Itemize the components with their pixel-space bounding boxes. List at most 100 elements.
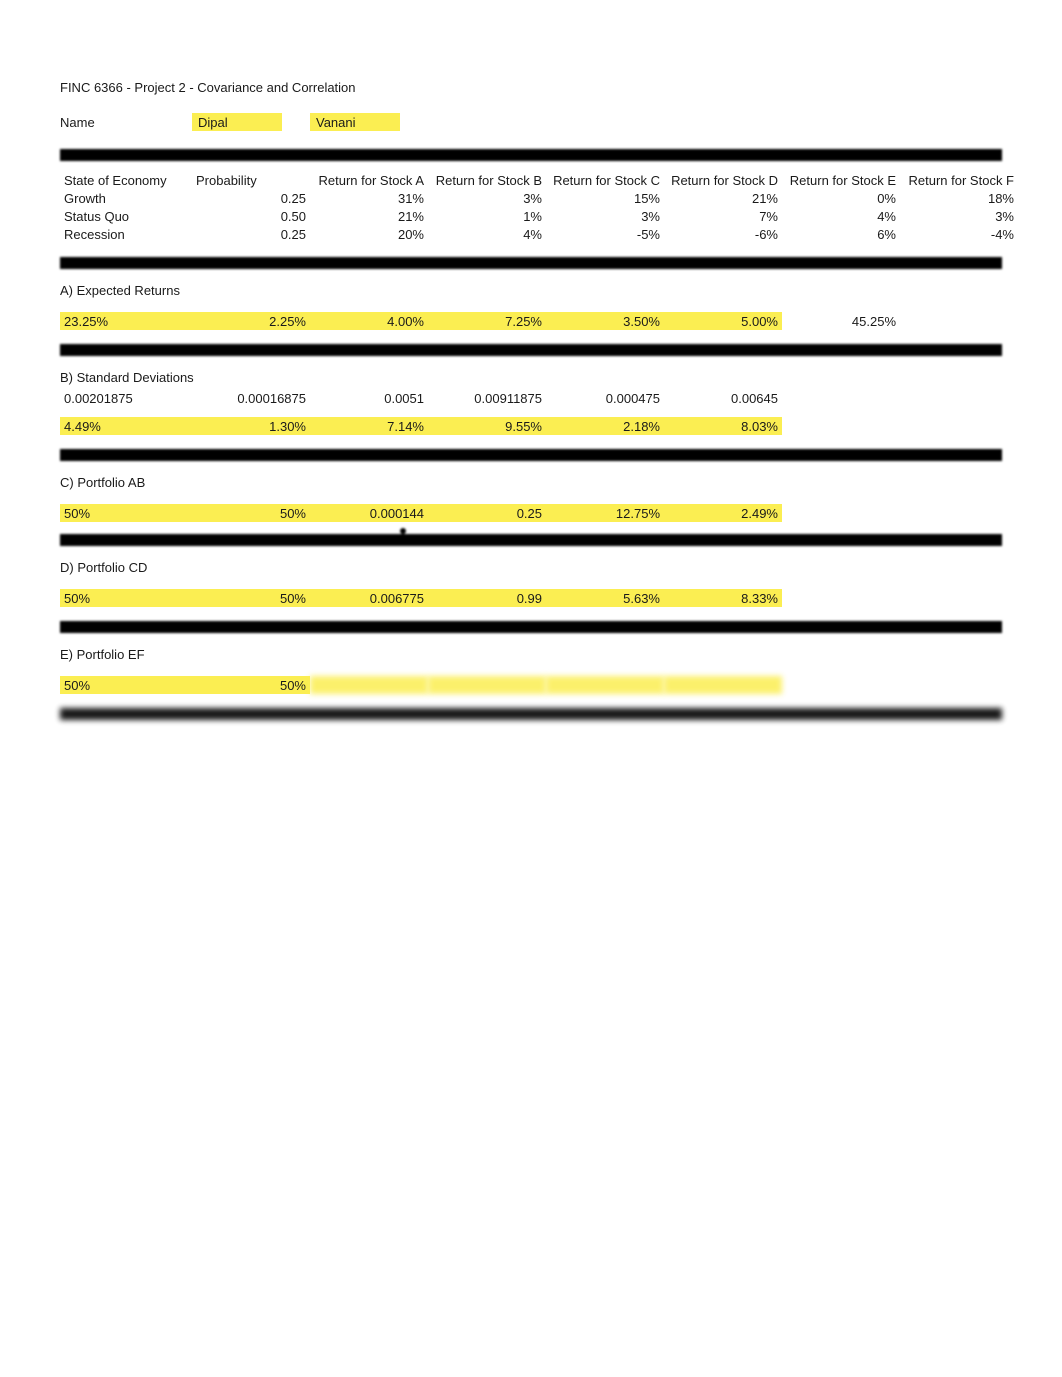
cell [900, 417, 1018, 435]
cell: Status Quo [60, 207, 192, 225]
expected-returns-table: 23.25% 2.25% 4.00% 7.25% 3.50% 5.00% 45.… [60, 312, 1018, 330]
table-header-row: State of Economy Probability Return for … [60, 171, 1018, 189]
cell: 23.25% [60, 312, 192, 330]
cell: 1.30% [192, 417, 310, 435]
name-first-field[interactable]: Dipal [192, 113, 282, 131]
table-row: 0.00201875 0.00016875 0.0051 0.00911875 … [60, 389, 1018, 407]
section-d-title: D) Portfolio CD [60, 560, 1002, 575]
stddev-raw-table: 0.00201875 0.00016875 0.0051 0.00911875 … [60, 389, 1018, 407]
cell [900, 676, 1018, 694]
section-b-title: B) Standard Deviations [60, 370, 1002, 385]
cell: 3% [428, 189, 546, 207]
cell: 0.00645 [664, 389, 782, 407]
name-label: Name [60, 115, 192, 130]
col-header-prob: Probability [192, 171, 310, 189]
cell: 18% [900, 189, 1018, 207]
cell: 7.25% [428, 312, 546, 330]
cell: 0.0051 [310, 389, 428, 407]
cell: 0.000144 [310, 504, 428, 522]
col-header-c: Return for Stock C [546, 171, 664, 189]
cell: 0% [782, 189, 900, 207]
divider-bar [60, 534, 1002, 546]
cell: 3% [546, 207, 664, 225]
table-row: Recession 0.25 20% 4% -5% -6% 6% -4% [60, 225, 1018, 243]
cell [900, 312, 1018, 330]
cell: 0.25 [428, 504, 546, 522]
col-header-a: Return for Stock A [310, 171, 428, 189]
cell: 50% [60, 676, 192, 694]
cell: 21% [310, 207, 428, 225]
cell: 8.33% [664, 589, 782, 607]
table-row: 4.49% 1.30% 7.14% 9.55% 2.18% 8.03% [60, 417, 1018, 435]
cell: 4% [428, 225, 546, 243]
cell [782, 676, 900, 694]
cell: 8.03% [664, 417, 782, 435]
cell: Growth [60, 189, 192, 207]
cell: 50% [60, 504, 192, 522]
table-row: Status Quo 0.50 21% 1% 3% 7% 4% 3% [60, 207, 1018, 225]
divider-bar [60, 344, 1002, 356]
cell: 4.49% [60, 417, 192, 435]
divider-bar [60, 449, 1002, 461]
portfolio-ef-table: 50% 50% [60, 676, 1018, 694]
cell: 0.99 [428, 589, 546, 607]
divider-bar [60, 149, 1002, 161]
divider-bar-blurred [60, 708, 1002, 720]
col-header-d: Return for Stock D [664, 171, 782, 189]
cell: 50% [192, 589, 310, 607]
cell [782, 389, 900, 407]
stddev-table: 4.49% 1.30% 7.14% 9.55% 2.18% 8.03% [60, 417, 1018, 435]
cell: 5.63% [546, 589, 664, 607]
divider-bar [60, 621, 1002, 633]
cell: Recession [60, 225, 192, 243]
col-header-e: Return for Stock E [782, 171, 900, 189]
cell: 2.49% [664, 504, 782, 522]
cell: 6% [782, 225, 900, 243]
table-row: 50% 50% 0.000144 0.25 12.75% 2.49% [60, 504, 1018, 522]
table-row: Growth 0.25 31% 3% 15% 21% 0% 18% [60, 189, 1018, 207]
cell: 50% [192, 676, 310, 694]
table-row: 50% 50% [60, 676, 1018, 694]
section-e-title: E) Portfolio EF [60, 647, 1002, 662]
portfolio-cd-table: 50% 50% 0.006775 0.99 5.63% 8.33% [60, 589, 1018, 607]
cell-blurred [428, 676, 546, 694]
cell: 0.25 [192, 225, 310, 243]
cell: -5% [546, 225, 664, 243]
section-c-title: C) Portfolio AB [60, 475, 1002, 490]
cell: 4.00% [310, 312, 428, 330]
cell: 21% [664, 189, 782, 207]
cell: 7.14% [310, 417, 428, 435]
cell: 15% [546, 189, 664, 207]
col-header-b: Return for Stock B [428, 171, 546, 189]
divider-bar [60, 257, 1002, 269]
cell: 20% [310, 225, 428, 243]
cell: 0.006775 [310, 589, 428, 607]
cell [782, 504, 900, 522]
cell: 0.000475 [546, 389, 664, 407]
cell: 45.25% [782, 312, 900, 330]
cell: 2.18% [546, 417, 664, 435]
cell: 2.25% [192, 312, 310, 330]
cell [782, 589, 900, 607]
cell: 0.25 [192, 189, 310, 207]
section-a-title: A) Expected Returns [60, 283, 1002, 298]
cell: 0.00016875 [192, 389, 310, 407]
cell-blurred [546, 676, 664, 694]
cell: 50% [60, 589, 192, 607]
table-row: 23.25% 2.25% 4.00% 7.25% 3.50% 5.00% 45.… [60, 312, 1018, 330]
table-row: 50% 50% 0.006775 0.99 5.63% 8.33% [60, 589, 1018, 607]
cell: -4% [900, 225, 1018, 243]
col-header-f: Return for Stock F [900, 171, 1018, 189]
cell: 4% [782, 207, 900, 225]
col-header-state: State of Economy [60, 171, 192, 189]
cell: 5.00% [664, 312, 782, 330]
cell: 3% [900, 207, 1018, 225]
cell: 1% [428, 207, 546, 225]
name-row: Name Dipal Vanani [60, 113, 1002, 131]
cell: 12.75% [546, 504, 664, 522]
cell: -6% [664, 225, 782, 243]
name-last-field[interactable]: Vanani [310, 113, 400, 131]
cell: 3.50% [546, 312, 664, 330]
cell: 0.50 [192, 207, 310, 225]
cell [900, 389, 1018, 407]
